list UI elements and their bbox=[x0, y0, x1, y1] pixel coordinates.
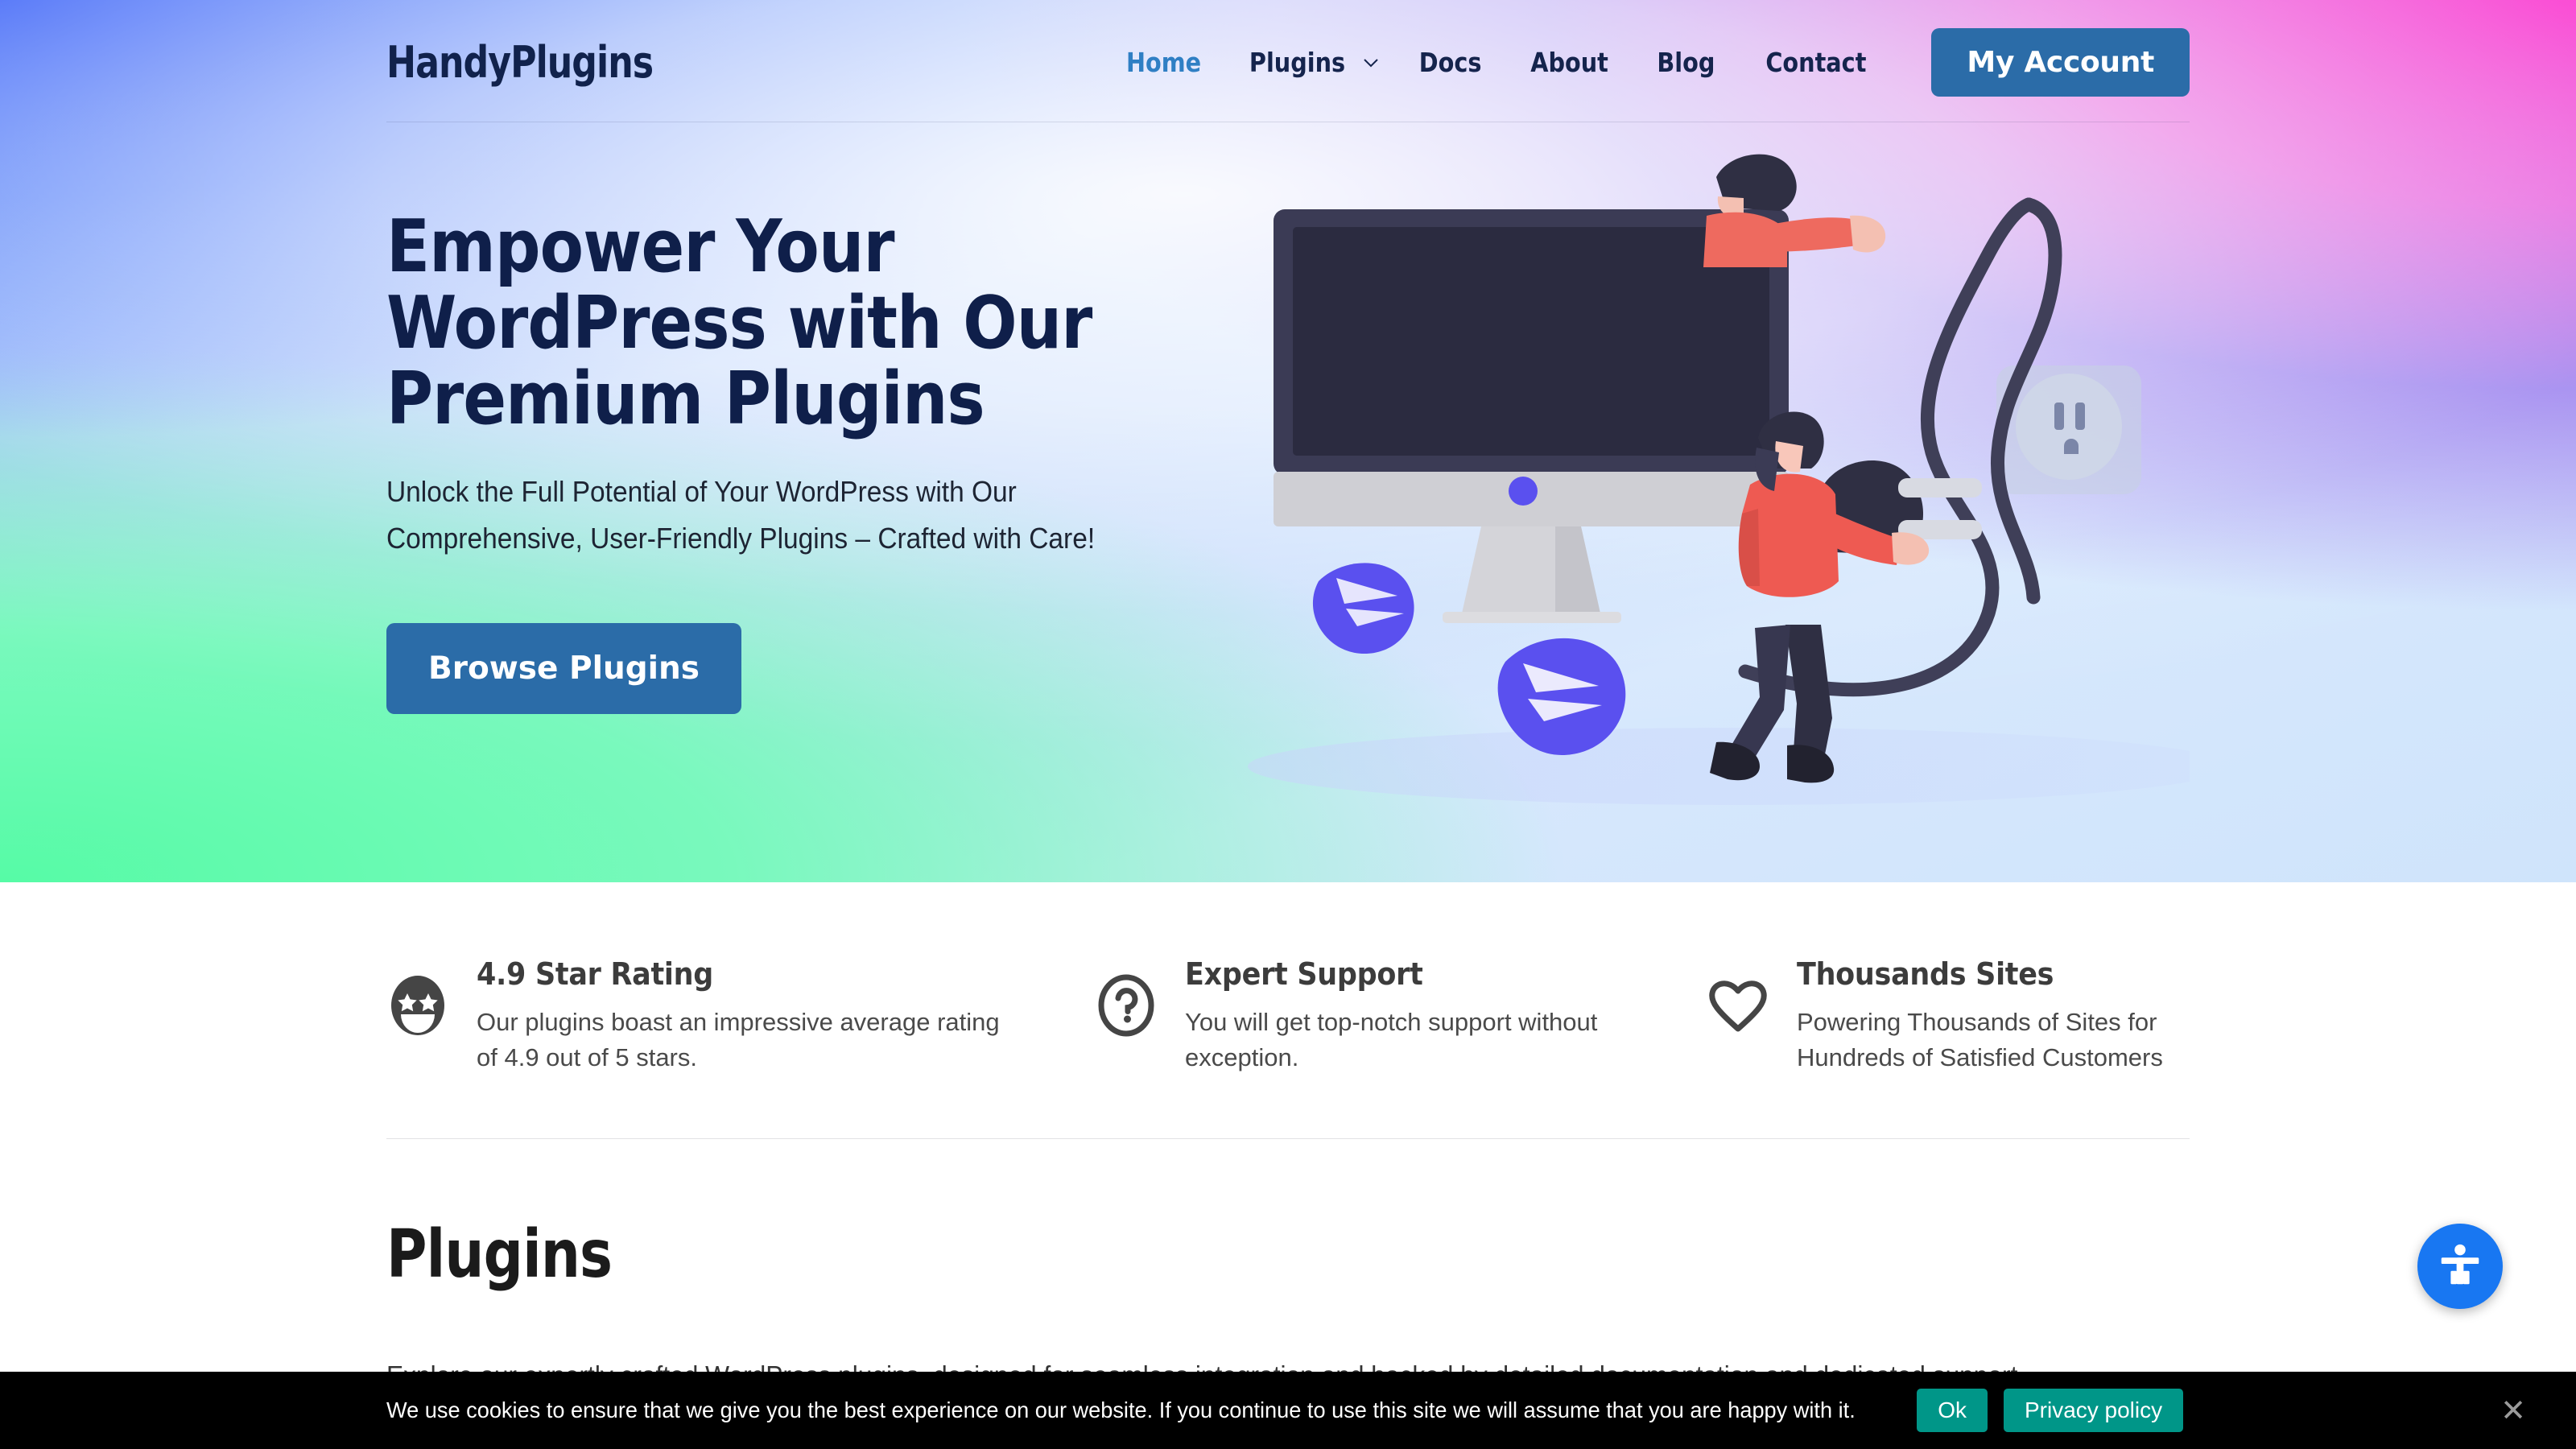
star-eyes-smiley-icon bbox=[386, 974, 449, 1037]
hero-copy: Empower Your WordPress with Our Premium … bbox=[386, 122, 1240, 715]
purple-blob-small bbox=[1312, 563, 1414, 654]
feature-card-sites: Thousands Sites Powering Thousands of Si… bbox=[1707, 956, 2190, 1075]
feature-title: Expert Support bbox=[1185, 956, 1423, 992]
hero-title: Empower Your WordPress with Our Premium … bbox=[386, 204, 1092, 441]
cookie-consent-inner: We use cookies to ensure that we give yo… bbox=[386, 1389, 2190, 1432]
nav-item-about[interactable]: About bbox=[1513, 47, 1624, 78]
browse-plugins-button[interactable]: Browse Plugins bbox=[386, 623, 742, 715]
close-icon[interactable]: ✕ bbox=[2500, 1395, 2526, 1426]
my-account-button[interactable]: My Account bbox=[1931, 28, 2190, 97]
nav-item-contact[interactable]: Contact bbox=[1748, 47, 1883, 78]
desktop-monitor bbox=[1274, 209, 1789, 623]
accessibility-person-icon bbox=[2435, 1240, 2485, 1294]
feature-title: Thousands Sites bbox=[1797, 956, 2054, 992]
cookie-consent-bar: We use cookies to ensure that we give yo… bbox=[0, 1372, 2576, 1449]
plugins-section: Plugins Explore our expertly crafted Wor… bbox=[386, 1139, 2190, 1391]
features-section: 4.9 Star Rating Our plugins boast an imp… bbox=[0, 882, 2576, 1140]
feature-card-rating: 4.9 Star Rating Our plugins boast an imp… bbox=[386, 956, 1095, 1075]
feature-description: You will get top-notch support without e… bbox=[1185, 1008, 1598, 1072]
accessibility-button[interactable] bbox=[2417, 1224, 2503, 1309]
cookie-ok-button[interactable]: Ok bbox=[1917, 1389, 1988, 1432]
nav-item-blog[interactable]: Blog bbox=[1640, 47, 1732, 78]
feature-description: Our plugins boast an impressive average … bbox=[477, 1008, 1000, 1072]
question-mark-icon bbox=[1095, 974, 1158, 1037]
plugins-heading: Plugins bbox=[386, 1216, 613, 1294]
nav-item-plugins-label: Plugins bbox=[1249, 47, 1346, 78]
hero-illustration bbox=[1224, 130, 2190, 823]
hero-subtitle: Unlock the Full Potential of Your WordPr… bbox=[386, 474, 1096, 555]
cookie-privacy-policy-button[interactable]: Privacy policy bbox=[2003, 1389, 2184, 1432]
features-row: 4.9 Star Rating Our plugins boast an imp… bbox=[386, 882, 2190, 1140]
page-root: HandyPlugins Home Plugins Docs About Blo… bbox=[0, 0, 2576, 1449]
hero-section: HandyPlugins Home Plugins Docs About Blo… bbox=[0, 0, 2576, 882]
feature-description: Powering Thousands of Sites for Hundreds… bbox=[1797, 1008, 2163, 1072]
hero-body: Empower Your WordPress with Our Premium … bbox=[386, 122, 2190, 805]
site-logo[interactable]: HandyPlugins bbox=[386, 37, 654, 88]
hero-container: HandyPlugins Home Plugins Docs About Blo… bbox=[386, 0, 2190, 805]
main-nav: Home Plugins Docs About Blog Contact My … bbox=[1101, 28, 2190, 97]
cookie-message: We use cookies to ensure that we give yo… bbox=[386, 1397, 1856, 1422]
chevron-down-icon bbox=[1363, 55, 1379, 71]
person-top bbox=[1703, 154, 1886, 267]
site-header: HandyPlugins Home Plugins Docs About Blo… bbox=[386, 0, 2190, 122]
heart-icon bbox=[1707, 974, 1769, 1037]
feature-title: 4.9 Star Rating bbox=[477, 956, 713, 992]
feature-card-support: Expert Support You will get top-notch su… bbox=[1095, 956, 1707, 1075]
nav-item-docs[interactable]: Docs bbox=[1402, 47, 1497, 78]
nav-item-plugins[interactable]: Plugins bbox=[1226, 47, 1394, 78]
nav-item-home[interactable]: Home bbox=[1109, 47, 1218, 78]
